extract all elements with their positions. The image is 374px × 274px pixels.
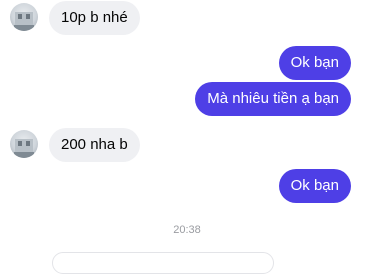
message-outgoing[interactable]: Ok bạn: [278, 169, 351, 203]
contact-avatar[interactable]: [10, 3, 38, 31]
contact-avatar[interactable]: [10, 130, 38, 158]
message-outgoing[interactable]: Mà nhiêu tiền ạ bạn: [195, 82, 351, 116]
message-incoming[interactable]: 10p b nhé: [49, 1, 140, 35]
message-timestamp: 20:38: [173, 224, 201, 236]
message-outgoing[interactable]: Ok bạn: [278, 46, 351, 80]
avatar-photo-icon: [14, 139, 34, 158]
message-incoming-partial[interactable]: [52, 252, 274, 274]
avatar-photo-icon: [14, 12, 34, 31]
message-incoming[interactable]: 200 nha b: [49, 128, 140, 162]
